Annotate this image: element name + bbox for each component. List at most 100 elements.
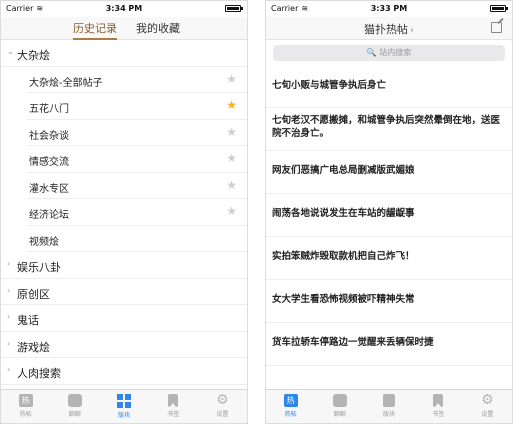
tab-bar: 热 热帖 聊聊 版块 书签 ⚙ 设置 bbox=[1, 389, 247, 423]
tab-label: 聊聊 bbox=[333, 411, 346, 418]
post-title: 七旬小贩与城管争执后身亡 bbox=[272, 80, 387, 91]
board-row[interactable]: 社会杂谈 ★ bbox=[27, 120, 247, 146]
blocks-icon bbox=[117, 394, 131, 408]
tab-label: 书签 bbox=[432, 411, 445, 418]
board-row[interactable]: 灌水专区 ★ bbox=[27, 173, 247, 199]
chevron-right-icon: › bbox=[7, 259, 11, 268]
tab-label: 版块 bbox=[383, 411, 396, 418]
hot-icon: 热 bbox=[283, 394, 298, 407]
page-title[interactable]: 猫扑热帖 › bbox=[266, 21, 512, 37]
group-label: 原创区 bbox=[17, 287, 50, 301]
chevron-right-icon: › bbox=[410, 25, 414, 36]
post-title: 闹荡各地说说发生在车站的龌龊事 bbox=[272, 208, 415, 219]
chat-icon bbox=[332, 394, 347, 407]
post-title: 网友们恶搞广电总局删减版武媚娘 bbox=[272, 165, 415, 176]
post-row[interactable]: 网友们恶搞广电总局删减版武媚娘 bbox=[266, 151, 512, 194]
tab-label: 设置 bbox=[216, 411, 229, 418]
post-title: 七旬老汉不愿搬摊，和城管争执后突然晕倒在地，送医院不治身亡。 bbox=[272, 115, 501, 139]
post-row[interactable]: 闹荡各地说说发生在车站的龌龊事 bbox=[266, 194, 512, 237]
group-label: 娱乐八卦 bbox=[17, 261, 61, 274]
star-icon[interactable]: ★ bbox=[226, 204, 237, 218]
left-screen: Carrier ≋ 3:34 PM 历史记录 我的收藏 ⌄ 大杂烩 大杂烩-全部帖… bbox=[0, 0, 248, 424]
post-title: 货车拉轿车停路边一觉醒来丢辆保时捷 bbox=[272, 337, 434, 348]
group-row[interactable]: › 娱乐八卦 bbox=[1, 252, 247, 279]
clock: 3:34 PM bbox=[105, 4, 143, 13]
hot-icon: 热 bbox=[18, 394, 33, 407]
board-label: 社会杂谈 bbox=[29, 130, 69, 142]
tab-label: 版块 bbox=[118, 412, 131, 419]
tab-label: 书签 bbox=[167, 411, 180, 418]
tab-chat[interactable]: 聊聊 bbox=[50, 390, 99, 423]
chevron-right-icon: › bbox=[7, 285, 11, 295]
gear-icon: ⚙ bbox=[481, 392, 494, 408]
tab-settings[interactable]: ⚙ 设置 bbox=[463, 390, 512, 423]
star-icon[interactable]: ★ bbox=[226, 178, 237, 192]
blocks-icon bbox=[383, 394, 395, 407]
group-label: 大杂烩 bbox=[17, 49, 50, 62]
group-row[interactable]: › 人肉搜索 bbox=[1, 358, 247, 385]
board-label: 大杂烩-全部帖子 bbox=[29, 77, 103, 89]
group-row[interactable]: › 原创区 bbox=[1, 279, 247, 305]
search-input[interactable]: 🔍 站内搜索 bbox=[273, 45, 505, 61]
board-row[interactable]: 五花八门 ★ bbox=[27, 93, 247, 120]
tab-label: 热帖 bbox=[19, 411, 32, 418]
tab-bookmarks[interactable]: 书签 bbox=[149, 390, 198, 423]
chevron-down-icon: ⌄ bbox=[7, 47, 14, 56]
group-label: 人肉搜索 bbox=[17, 367, 61, 380]
star-icon[interactable]: ★ bbox=[226, 72, 237, 86]
status-bar: Carrier ≋ 3:33 PM bbox=[266, 1, 512, 17]
status-bar: Carrier ≋ 3:34 PM bbox=[1, 1, 247, 17]
clock: 3:33 PM bbox=[370, 4, 408, 13]
board-list: ⌄ 大杂烩 大杂烩-全部帖子 ★ 五花八门 ★ 社会杂谈 ★ 情感交流 ★ 灌水… bbox=[1, 40, 247, 385]
chevron-right-icon: › bbox=[7, 338, 11, 348]
battery-icon bbox=[225, 5, 243, 12]
group-row[interactable]: ⌄ 大杂烩 bbox=[1, 40, 247, 67]
tab-history[interactable]: 历史记录 bbox=[73, 20, 117, 40]
post-row[interactable]: 女大学生看恐怖视频被吓精神失常 bbox=[266, 280, 512, 323]
post-row[interactable]: 货车拉轿车停路边一觉醒来丢辆保时捷 bbox=[266, 323, 512, 366]
star-icon[interactable]: ★ bbox=[226, 151, 237, 165]
board-row[interactable]: 情感交流 ★ bbox=[27, 146, 247, 173]
board-row[interactable]: 经济论坛 ★ bbox=[27, 199, 247, 226]
tab-bookmarks[interactable]: 书签 bbox=[414, 390, 463, 423]
tab-label: 设置 bbox=[481, 411, 494, 418]
board-row[interactable]: 大杂烩-全部帖子 ★ bbox=[27, 67, 247, 93]
board-label: 经济论坛 bbox=[29, 210, 69, 221]
post-title: 实拍笨贼炸毁取款机把自己炸飞！ bbox=[272, 251, 415, 262]
post-list: 七旬小贩与城管争执后身亡 七旬老汉不愿搬摊，和城管争执后突然晕倒在地，送医院不治… bbox=[266, 65, 512, 366]
bookmark-icon bbox=[168, 394, 179, 407]
board-label: 灌水专区 bbox=[29, 183, 69, 195]
post-title: 女大学生看恐怖视频被吓精神失常 bbox=[272, 294, 415, 305]
tab-bar: 热 热帖 聊聊 版块 书签 ⚙ 设置 bbox=[266, 389, 512, 423]
segment-bar: 历史记录 我的收藏 bbox=[1, 17, 247, 40]
bookmark-icon bbox=[433, 394, 444, 407]
compose-icon[interactable] bbox=[491, 22, 502, 33]
board-row[interactable]: 视频烩 bbox=[27, 226, 247, 252]
tab-boards[interactable]: 版块 bbox=[364, 390, 413, 423]
group-row[interactable]: › 鬼话 bbox=[1, 305, 247, 332]
post-row[interactable]: 七旬老汉不愿搬摊，和城管争执后突然晕倒在地，送医院不治身亡。 bbox=[266, 108, 512, 151]
board-label: 视频烩 bbox=[29, 236, 59, 248]
tab-chat[interactable]: 聊聊 bbox=[315, 390, 364, 423]
board-label: 五花八门 bbox=[29, 104, 69, 115]
group-row[interactable]: › 游戏烩 bbox=[1, 332, 247, 358]
post-row[interactable]: 实拍笨贼炸毁取款机把自己炸飞！ bbox=[266, 237, 512, 280]
battery-icon bbox=[490, 5, 508, 12]
search-placeholder: 站内搜索 bbox=[379, 48, 412, 57]
group-label: 鬼话 bbox=[17, 314, 39, 327]
star-icon[interactable]: ★ bbox=[226, 125, 237, 139]
tab-hot[interactable]: 热 热帖 bbox=[266, 390, 315, 423]
right-screen: Carrier ≋ 3:33 PM 猫扑热帖 › 🔍 站内搜索 七旬小贩与城管争执后… bbox=[265, 0, 513, 424]
chevron-right-icon: › bbox=[7, 365, 11, 374]
star-icon[interactable]: ★ bbox=[226, 98, 237, 112]
tab-favorites[interactable]: 我的收藏 bbox=[136, 20, 180, 36]
tab-hot[interactable]: 热 热帖 bbox=[1, 390, 50, 423]
post-row[interactable]: 七旬小贩与城管争执后身亡 bbox=[266, 65, 512, 108]
chevron-right-icon: › bbox=[7, 312, 11, 321]
tab-boards[interactable]: 版块 bbox=[99, 390, 148, 423]
tab-label: 聊聊 bbox=[68, 411, 81, 418]
tab-settings[interactable]: ⚙ 设置 bbox=[198, 390, 247, 423]
nav-bar: 猫扑热帖 › bbox=[266, 17, 512, 40]
gear-icon: ⚙ bbox=[216, 392, 229, 408]
tab-label: 热帖 bbox=[284, 411, 297, 418]
